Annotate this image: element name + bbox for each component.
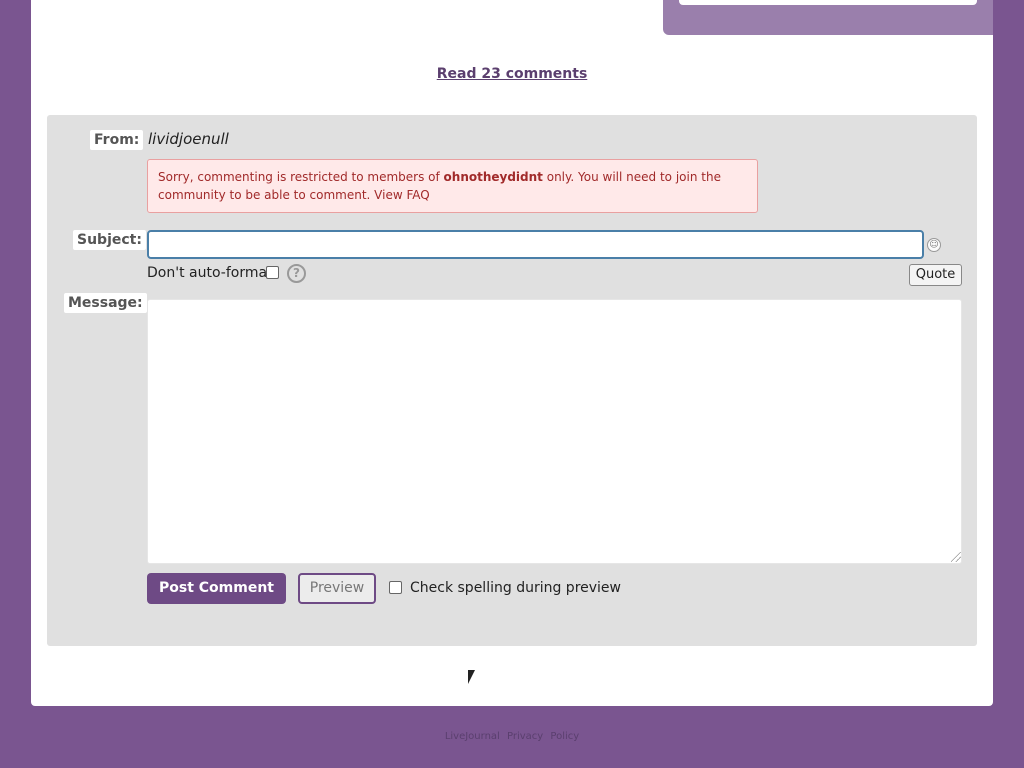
spellcheck-checkbox[interactable] — [389, 581, 402, 594]
quote-button[interactable]: Quote — [909, 264, 962, 286]
mouse-cursor-icon — [468, 670, 475, 684]
autoformat-label: Don't auto-format: — [147, 265, 278, 281]
help-icon[interactable]: ? — [287, 264, 306, 283]
resize-grip-icon[interactable] — [951, 552, 961, 562]
post-comment-button[interactable]: Post Comment — [147, 573, 286, 604]
sidebar-box — [663, 0, 993, 35]
message-textarea[interactable] — [147, 299, 962, 564]
footer-link-policy[interactable]: Policy — [550, 731, 579, 742]
subject-label: Subject: — [73, 230, 146, 250]
preview-button[interactable]: Preview — [298, 573, 376, 604]
footer: LiveJournal Privacy Policy — [0, 731, 1024, 742]
from-username: lividjoenull — [148, 130, 229, 148]
subject-input[interactable] — [147, 230, 924, 259]
restriction-warning: Sorry, commenting is restricted to membe… — [147, 159, 758, 213]
smiley-icon[interactable]: ☺ — [927, 238, 941, 252]
spellcheck-label: Check spelling during preview — [410, 580, 621, 596]
view-faq-link[interactable]: View FAQ — [374, 188, 430, 202]
read-comments-link[interactable]: Read 23 comments — [0, 66, 1024, 82]
autoformat-checkbox[interactable] — [266, 266, 279, 279]
warning-text-1: Sorry, commenting is restricted to membe… — [158, 170, 444, 184]
sidebar-inner-box — [679, 0, 977, 5]
footer-link-privacy[interactable]: Privacy — [507, 731, 543, 742]
message-label: Message: — [64, 293, 147, 313]
from-label: From: — [90, 130, 144, 150]
community-name[interactable]: ohnotheydidnt — [444, 170, 543, 184]
footer-link-livejournal[interactable]: LiveJournal — [445, 731, 500, 742]
